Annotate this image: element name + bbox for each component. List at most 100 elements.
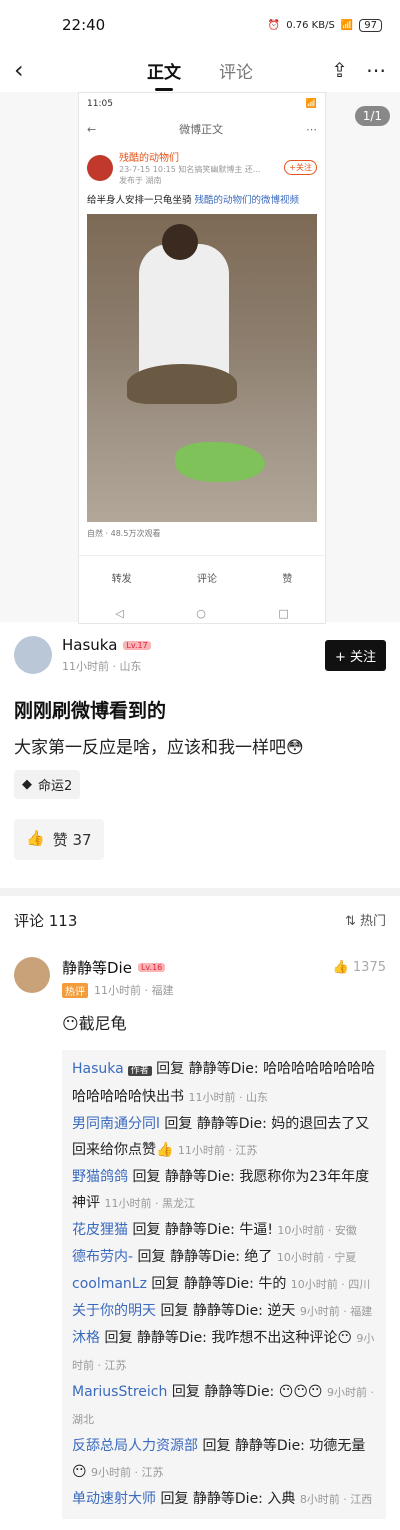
tab-comments[interactable]: 评论 [219, 58, 253, 83]
topic-tag[interactable]: ◆ 命运2 [14, 770, 81, 799]
reply-text: 回复 静静等Die: 入典 [156, 1491, 300, 1507]
alarm-icon: ⏰ [267, 19, 281, 31]
tab-main-text[interactable]: 正文 [147, 58, 181, 83]
reply-meta: 10小时前 · 宁夏 [276, 1251, 357, 1264]
reply-author[interactable]: MariusStreich [72, 1384, 167, 1400]
more-icon[interactable]: ⋯ [366, 58, 386, 82]
thumbs-up-icon: 👍 [332, 960, 349, 975]
sort-hot-button[interactable]: ⇅ 热门 [345, 910, 386, 931]
reply-item[interactable]: 德布劳内- 回复 静静等Die: 绝了 10小时前 · 宁夏 [72, 1244, 376, 1271]
reply-item[interactable]: 野猫鸽鸽 回复 静静等Die: 我愿称你为23年年度神评 11小时前 · 黑龙江 [72, 1164, 376, 1217]
embedded-meta2: 发布于 湖南 [119, 176, 162, 185]
reply-item[interactable]: 关于你的明天 回复 静静等Die: 逆天 9小时前 · 福建 [72, 1298, 376, 1325]
author-name[interactable]: Hasuka [62, 636, 117, 654]
avatar[interactable] [14, 636, 52, 674]
embedded-back-icon: ← [87, 122, 97, 136]
embedded-like: 赞 [282, 574, 293, 585]
status-time: 22:40 [62, 16, 106, 34]
nav-actions: ⇪ ⋯ [331, 58, 386, 82]
author-badge: 作者 [127, 1066, 152, 1076]
image-page-badge: 1/1 [354, 106, 390, 126]
reply-meta: 8小时前 · 江西 [299, 1493, 373, 1506]
embedded-follow: +关注 [284, 160, 317, 175]
embedded-status: 11:05 📶 [79, 93, 325, 115]
reply-meta: 11小时前 · 江苏 [177, 1144, 258, 1157]
reply-item[interactable]: Hasuka 作者 回复 静静等Die: 哈哈哈哈哈哈哈哈哈哈哈哈哈快出书 11小… [72, 1056, 376, 1111]
embedded-actions: 转发 评论 赞 [79, 555, 325, 599]
network-speed: 0.76 KB/S [286, 19, 335, 31]
video-turtle [127, 364, 237, 404]
reply-item[interactable]: 沐格 回复 静静等Die: 我咋想不出这种评论😶 9小时前 · 江苏 [72, 1325, 376, 1379]
reply-item[interactable]: 男同南通分同l 回复 静静等Die: 妈的退回去了又回来给你点赞👍 11小时前 … [72, 1111, 376, 1164]
reply-author[interactable]: 花皮狸猫 [72, 1222, 128, 1238]
reply-meta: 9小时前 · 江苏 [91, 1466, 164, 1479]
comments-header: 评论 113 ⇅ 热门 [0, 896, 400, 945]
embedded-text-line: 给半身人安排一只龟坐骑 [87, 195, 192, 206]
follow-button[interactable]: + 关注 [324, 639, 386, 671]
reply-item[interactable]: 花皮狸猫 回复 静静等Die: 牛逼! 10小时前 · 安徽 [72, 1217, 376, 1244]
reply-meta: 10小时前 · 安徽 [277, 1224, 357, 1237]
embedded-title: 微博正文 [179, 123, 224, 136]
embedded-video-info: 自然 · 48.5万次观看 [87, 529, 161, 538]
reply-author[interactable]: 男同南通分同l [72, 1116, 160, 1132]
video-person-head [162, 224, 198, 260]
section-divider [0, 888, 400, 896]
post-title: 刚刚刷微博看到的 [14, 700, 167, 722]
reply-item[interactable]: coolmanLz 回复 静静等Die: 牛的 10小时前 · 四川 [72, 1271, 376, 1298]
share-icon[interactable]: ⇪ [331, 58, 348, 82]
post-time: 11小时前 · 山东 [62, 660, 142, 673]
embedded-video [87, 214, 317, 522]
battery-level: 97 [359, 18, 382, 32]
reply-author[interactable]: 德布劳内- [72, 1249, 133, 1265]
sort-label: 热门 [359, 914, 386, 929]
reply-author[interactable]: 野猫鸽鸽 [72, 1169, 128, 1185]
embedded-recent-nav-icon: □ [278, 607, 289, 620]
embedded-home-nav-icon: ○ [196, 607, 206, 620]
like-button[interactable]: 👍 赞 37 [14, 819, 104, 860]
reply-author[interactable]: Hasuka [72, 1061, 124, 1077]
signal-icon: 📶 [340, 19, 354, 31]
embedded-text-link: 残酷的动物们的微博视频 [194, 195, 300, 206]
comment-author[interactable]: 静静等Die [62, 957, 132, 978]
embedded-author: 残酷的动物们 [119, 153, 179, 164]
reply-text: 回复 静静等Die: 😶😶😶 [167, 1384, 327, 1400]
reply-text: 回复 静静等Die: 绝了 [133, 1249, 277, 1265]
reply-author[interactable]: 反舔总局人力资源部 [72, 1438, 198, 1454]
embedded-comment: 评论 [196, 574, 217, 585]
embedded-navbar: ← 微博正文 ⋯ [79, 115, 325, 143]
reply-author[interactable]: coolmanLz [72, 1276, 147, 1292]
reply-author[interactable]: 关于你的明天 [72, 1303, 156, 1319]
reply-item[interactable]: 单动速射大师 回复 静静等Die: 入典 8小时前 · 江西 [72, 1486, 376, 1513]
reply-author[interactable]: 沐格 [72, 1330, 100, 1346]
post-author-row: Hasuka Lv.17 11小时前 · 山东 + 关注 [0, 622, 400, 674]
sort-icon: ⇅ [344, 914, 356, 929]
topic-icon: ◆ [22, 777, 32, 792]
back-icon[interactable]: ‹ [14, 56, 24, 84]
embedded-text: 给半身人安排一只龟坐骑 残酷的动物们的微博视频 [79, 192, 325, 214]
status-icons: ⏰ 0.76 KB/S 📶 97 [267, 18, 382, 32]
like-label: 赞 37 [52, 831, 92, 849]
reply-author[interactable]: 单动速射大师 [72, 1491, 156, 1507]
level-badge: Lv.17 [123, 640, 151, 650]
comment-text: 😶截尼龟 [62, 1014, 127, 1033]
embedded-screenshot: 11:05 📶 ← 微博正文 ⋯ 残酷的动物们 23-7-15 10:15 知名… [78, 92, 326, 624]
embedded-system-nav: ◁ ○ □ [79, 599, 325, 620]
embedded-repost: 转发 [111, 574, 132, 585]
embedded-author-row: 残酷的动物们 23-7-15 10:15 知名搞笑幽默博主 还... 发布于 湖… [79, 143, 325, 192]
hot-badge: 热评 [62, 982, 88, 998]
post-image[interactable]: 1/1 11:05 📶 ← 微博正文 ⋯ 残酷的动物们 23-7-15 10:1… [0, 92, 400, 624]
reply-item[interactable]: 反舔总局人力资源部 回复 静静等Die: 功德无量😶 9小时前 · 江苏 [72, 1433, 376, 1486]
reply-meta: 10小时前 · 四川 [290, 1278, 371, 1291]
reply-text: 回复 静静等Die: 牛逼! [128, 1222, 278, 1238]
comments-count: 评论 113 [14, 912, 78, 930]
reply-meta: 11小时前 · 山东 [188, 1091, 268, 1104]
comment-like-count[interactable]: 👍 1375 [333, 960, 386, 975]
reply-item[interactable]: MariusStreich 回复 静静等Die: 😶😶😶 9小时前 · 湖北 [72, 1379, 376, 1433]
post-body: 大家第一反应是啥，应该和我一样吧😳 [14, 738, 304, 758]
embedded-signal-icon: 📶 [305, 99, 317, 109]
top-comment: 静静等Die Lv.16 👍 1375 热评 11小时前 · 福建 😶截尼龟 [0, 945, 400, 1034]
comment-avatar[interactable] [14, 957, 50, 993]
comment-level-badge: Lv.16 [137, 963, 166, 972]
reply-text: 回复 静静等Die: 我咋想不出这种评论😶 [100, 1330, 357, 1346]
top-navbar: ‹ 正文 评论 ⇪ ⋯ [0, 50, 400, 90]
